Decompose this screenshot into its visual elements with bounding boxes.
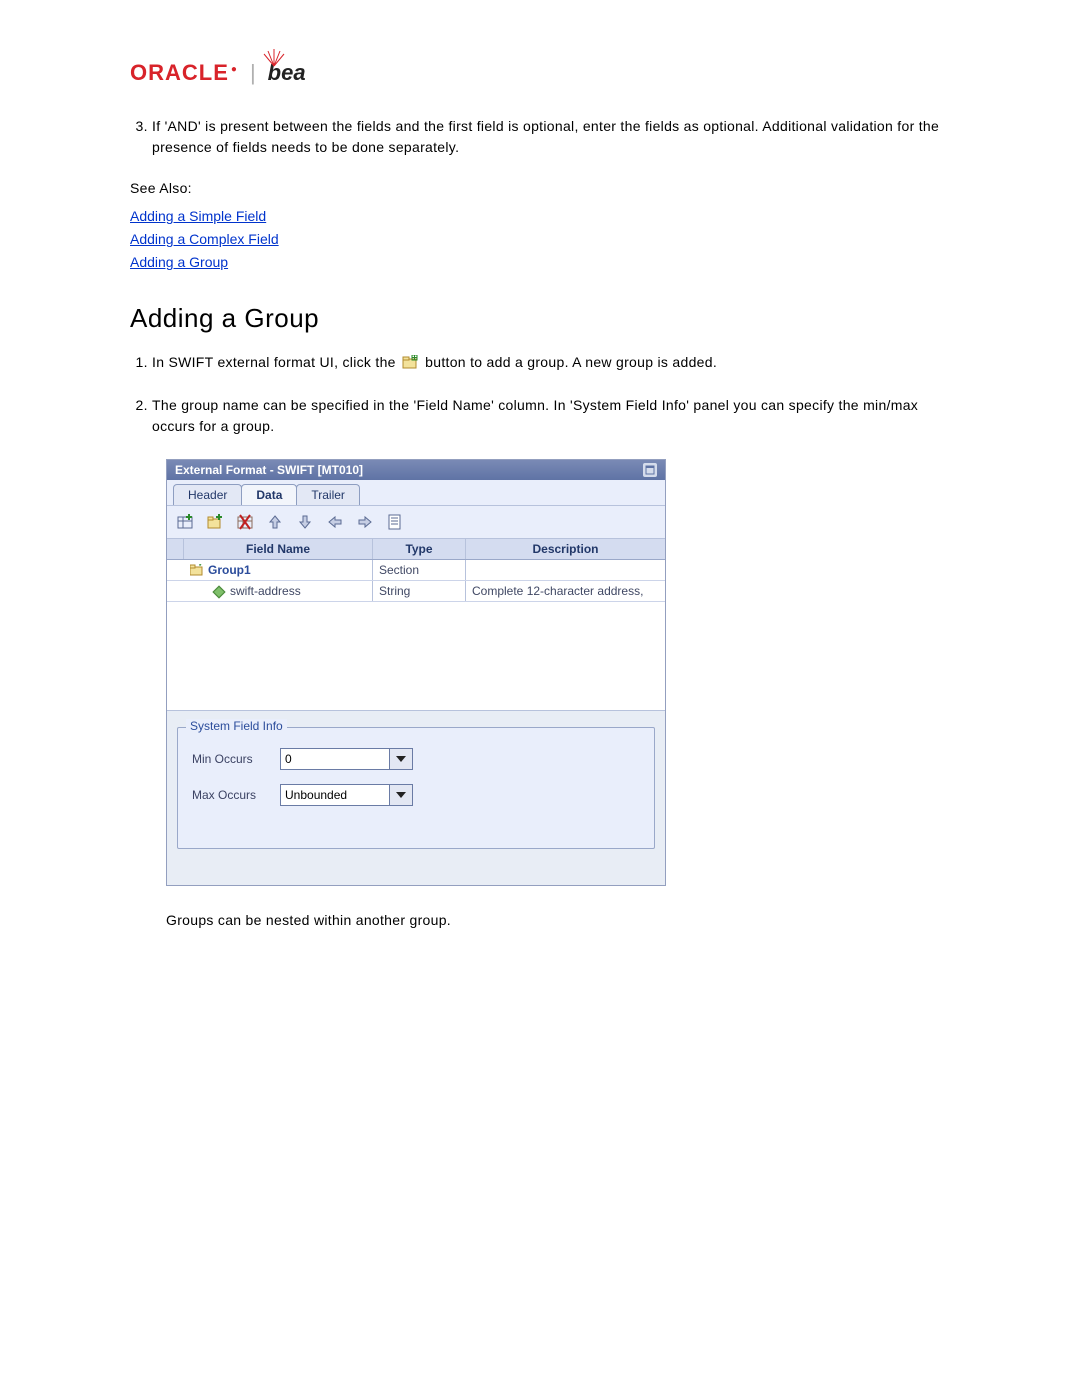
chevron-down-icon[interactable]	[389, 785, 412, 805]
link-simple-field[interactable]: Adding a Simple Field	[130, 206, 950, 227]
col-type[interactable]: Type	[373, 539, 466, 559]
max-occurs-combo[interactable]	[280, 784, 413, 806]
tab-trailer[interactable]: Trailer	[296, 484, 360, 505]
row-name: Group1	[208, 563, 251, 577]
link-complex-field[interactable]: Adding a Complex Field	[130, 229, 950, 250]
group-steps-list: In SWIFT external format UI, click the b…	[130, 352, 950, 437]
bea-burst-icon	[260, 48, 288, 68]
move-left-icon[interactable]	[323, 510, 347, 534]
row-type: String	[373, 581, 466, 601]
grid-header: Field Name Type Description	[167, 539, 665, 560]
table-row[interactable]: * Group1 Section	[167, 560, 665, 581]
panel-titlebar: External Format - SWIFT [MT010]	[167, 460, 665, 480]
delete-icon[interactable]	[233, 510, 257, 534]
grid: Field Name Type Description * Group1 Sec…	[167, 539, 665, 711]
toolbar	[167, 506, 665, 539]
add-group-toolbar-icon[interactable]	[203, 510, 227, 534]
max-occurs-input[interactable]	[281, 785, 389, 805]
group-step-2: The group name can be specified in the '…	[152, 395, 950, 437]
grid-body: * Group1 Section swift-address String Co…	[167, 560, 665, 710]
system-field-legend: System Field Info	[186, 719, 287, 733]
add-group-icon	[402, 354, 419, 368]
tabs-row: Header Data Trailer	[167, 480, 665, 506]
panel-title: External Format - SWIFT [MT010]	[175, 463, 363, 477]
oracle-dot-icon: ●	[231, 64, 238, 75]
move-down-icon[interactable]	[293, 510, 317, 534]
see-also-label: See Also:	[130, 180, 950, 196]
oracle-text: ORACLE	[130, 60, 229, 85]
min-occurs-label: Min Occurs	[192, 752, 270, 766]
logo-divider: |	[250, 60, 256, 86]
move-up-icon[interactable]	[263, 510, 287, 534]
properties-icon[interactable]	[383, 510, 407, 534]
oracle-logo: ORACLE●	[130, 60, 238, 86]
row-desc	[466, 567, 665, 573]
intro-step-3: If 'AND' is present between the fields a…	[152, 116, 950, 158]
logo-row: ORACLE● | bea	[130, 60, 950, 86]
min-occurs-combo[interactable]	[280, 748, 413, 770]
bea-logo: bea	[268, 60, 306, 86]
min-occurs-input[interactable]	[281, 749, 389, 769]
link-group[interactable]: Adding a Group	[130, 252, 950, 273]
group-step-1: In SWIFT external format UI, click the b…	[152, 352, 950, 373]
closing-paragraph: Groups can be nested within another grou…	[166, 910, 950, 931]
tab-header[interactable]: Header	[173, 484, 242, 505]
table-row[interactable]: swift-address String Complete 12-charact…	[167, 581, 665, 602]
folder-group-icon: *	[190, 564, 204, 576]
page-title: Adding a Group	[130, 303, 950, 334]
system-field-info-group: System Field Info Min Occurs Max Occurs	[177, 727, 655, 849]
tab-data[interactable]: Data	[241, 484, 297, 505]
maximize-icon[interactable]	[643, 463, 657, 477]
intro-steps-list: If 'AND' is present between the fields a…	[130, 116, 950, 158]
move-right-icon[interactable]	[353, 510, 377, 534]
new-table-icon[interactable]	[173, 510, 197, 534]
row-name: swift-address	[230, 584, 301, 598]
col-description[interactable]: Description	[466, 539, 665, 559]
diamond-field-icon	[212, 585, 226, 597]
row-desc: Complete 12-character address,	[466, 581, 665, 601]
col-field-name[interactable]: Field Name	[184, 539, 373, 559]
col-handle	[167, 539, 184, 559]
chevron-down-icon[interactable]	[389, 749, 412, 769]
max-occurs-label: Max Occurs	[192, 788, 270, 802]
row-type: Section	[373, 560, 466, 580]
swift-panel: External Format - SWIFT [MT010] Header D…	[166, 459, 666, 886]
